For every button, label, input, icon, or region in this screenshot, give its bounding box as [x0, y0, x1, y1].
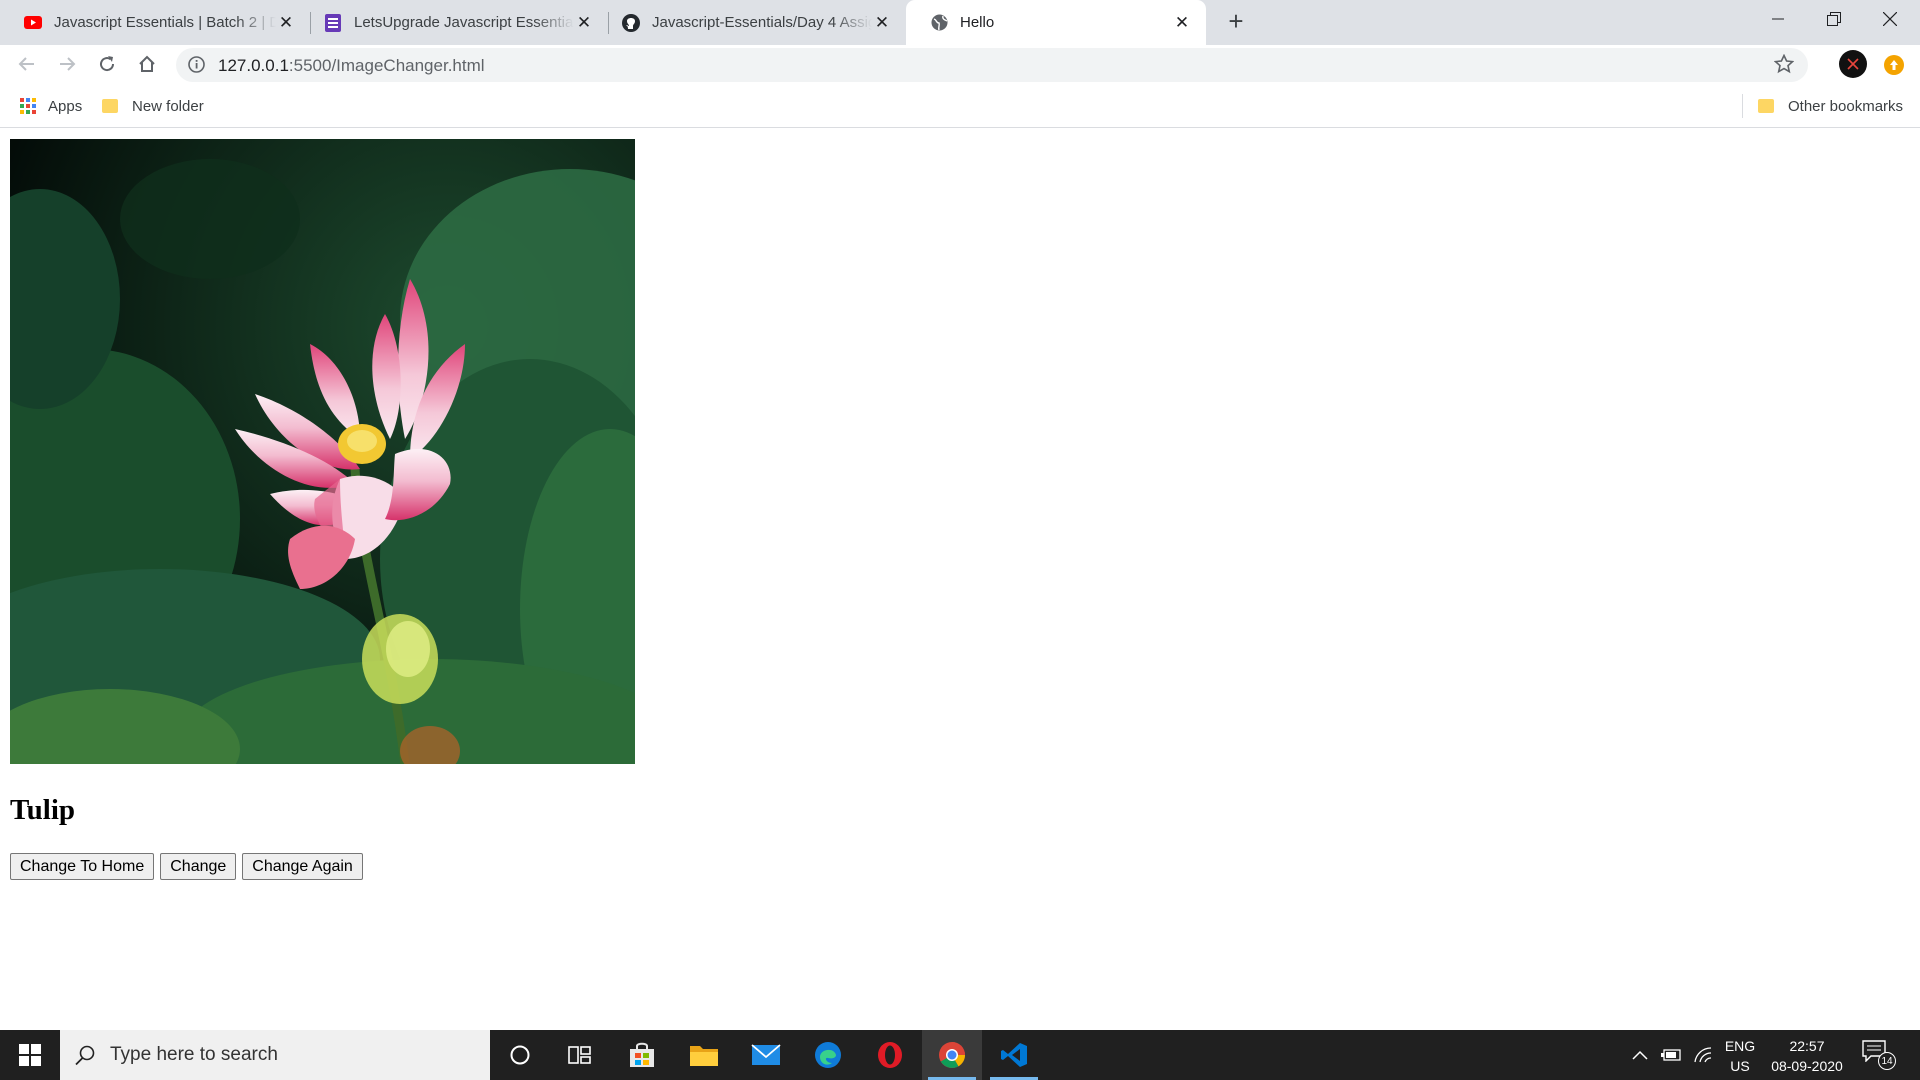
keyboard-region: US — [1730, 1058, 1750, 1074]
lotus-flower-image — [10, 139, 635, 764]
tab-title: Javascript Essentials | Batch 2 | Day — [54, 14, 276, 31]
page-content: Tulip Change To Home Change Change Again — [0, 129, 1920, 1030]
file-explorer-icon[interactable] — [674, 1030, 734, 1080]
battery-icon[interactable] — [1658, 1030, 1684, 1080]
language-code: ENG — [1724, 1038, 1756, 1054]
search-icon — [75, 1045, 95, 1066]
clock-time: 22:57 — [1789, 1038, 1825, 1054]
tab-title: Hello — [960, 14, 995, 31]
home-button[interactable] — [132, 49, 162, 79]
profile-avatar[interactable] — [1839, 50, 1867, 78]
bookmark-separator — [1742, 94, 1743, 118]
folder-icon — [102, 99, 118, 113]
bookmarks-bar: Apps New folder Other bookmarks — [0, 84, 1920, 128]
restore-icon — [1827, 12, 1841, 26]
forward-button[interactable] — [52, 49, 82, 79]
new-tab-button[interactable]: + — [1222, 8, 1250, 36]
bookmark-label: Apps — [48, 97, 83, 115]
start-button[interactable] — [0, 1030, 60, 1080]
close-icon — [1883, 12, 1897, 26]
restore-button[interactable] — [1806, 0, 1862, 38]
reload-icon — [100, 56, 115, 72]
bookmark-new-folder[interactable]: New folder — [102, 95, 204, 117]
chevron-up-icon — [1632, 1050, 1648, 1060]
edge-icon[interactable] — [798, 1030, 858, 1080]
page-title: Tulip — [10, 794, 76, 826]
notification-count: 14 — [1878, 1052, 1896, 1070]
url-path: :5500/ImageChanger.html — [288, 56, 485, 75]
forms-icon — [324, 13, 342, 32]
clock-date: 08-09-2020 — [1771, 1058, 1843, 1074]
back-button[interactable] — [12, 49, 42, 79]
folder-icon — [1758, 99, 1774, 113]
windows-logo-icon — [19, 1044, 41, 1066]
taskbar-search[interactable]: Type here to search — [60, 1030, 490, 1080]
chrome-icon[interactable] — [922, 1030, 982, 1080]
bookmark-other[interactable]: Other bookmarks — [1758, 95, 1903, 117]
bookmark-label: New folder — [132, 97, 204, 115]
task-view-icon[interactable] — [550, 1030, 610, 1080]
home-icon — [139, 55, 155, 72]
input-language[interactable]: ENG US — [1720, 1036, 1760, 1076]
minimize-icon — [1772, 18, 1784, 20]
tab-github[interactable]: Javascript-Essentials/Day 4 Assignment ✕ — [598, 0, 906, 45]
change-button[interactable]: Change — [160, 853, 237, 880]
github-icon — [622, 13, 640, 32]
youtube-icon — [24, 14, 42, 32]
tab-hello[interactable]: Hello ✕ — [906, 0, 1206, 45]
windows-taskbar: Type here to search ENG US 22:57 08-09-2… — [0, 1030, 1920, 1080]
tab-strip: Javascript Essentials | Batch 2 | Day ✕ … — [0, 0, 1920, 45]
minimize-button[interactable] — [1750, 0, 1806, 38]
show-hidden-icons-button[interactable] — [1628, 1030, 1652, 1080]
url-text[interactable]: 127.0.0.1:5500/ImageChanger.html — [218, 56, 485, 76]
tab-title: Javascript-Essentials/Day 4 Assignment — [652, 14, 872, 31]
bookmark-label: Other bookmarks — [1788, 97, 1904, 115]
arrow-left-icon — [18, 57, 34, 71]
wifi-icon[interactable] — [1690, 1030, 1716, 1080]
change-to-home-button[interactable]: Change To Home — [10, 853, 155, 880]
mail-icon[interactable] — [736, 1030, 796, 1080]
arrow-right-icon — [60, 57, 76, 71]
reload-button[interactable] — [92, 49, 122, 79]
vscode-icon[interactable] — [984, 1030, 1044, 1080]
opera-icon[interactable] — [860, 1030, 920, 1080]
close-icon[interactable]: ✕ — [276, 13, 296, 33]
close-icon[interactable]: ✕ — [1172, 13, 1192, 33]
change-again-button[interactable]: Change Again — [242, 853, 363, 880]
star-icon[interactable] — [1773, 53, 1795, 79]
close-window-button[interactable] — [1862, 0, 1918, 38]
globe-icon — [930, 14, 948, 32]
address-bar[interactable]: 127.0.0.1:5500/ImageChanger.html — [176, 48, 1808, 82]
url-host: 127.0.0.1 — [218, 56, 289, 75]
tab-letsupgrade[interactable]: LetsUpgrade Javascript Essentials ✕ — [300, 0, 608, 45]
button-row: Change To Home Change Change Again — [10, 853, 369, 880]
info-icon[interactable] — [188, 56, 205, 78]
apps-grid-icon — [20, 98, 36, 114]
bookmark-apps[interactable]: Apps — [20, 95, 82, 117]
close-icon[interactable]: ✕ — [574, 13, 594, 33]
extension-icon[interactable] — [1884, 55, 1904, 75]
browser-toolbar: 127.0.0.1:5500/ImageChanger.html — [0, 45, 1920, 84]
search-placeholder: Type here to search — [110, 1044, 278, 1065]
store-icon[interactable] — [612, 1030, 672, 1080]
tab-youtube[interactable]: Javascript Essentials | Batch 2 | Day ✕ — [0, 0, 310, 45]
cortana-icon[interactable] — [490, 1030, 550, 1080]
system-clock[interactable]: 22:57 08-09-2020 — [1762, 1036, 1852, 1076]
action-center-button[interactable]: 14 — [1862, 1040, 1898, 1070]
tab-title: LetsUpgrade Javascript Essentials — [354, 14, 574, 31]
close-icon[interactable]: ✕ — [872, 13, 892, 33]
